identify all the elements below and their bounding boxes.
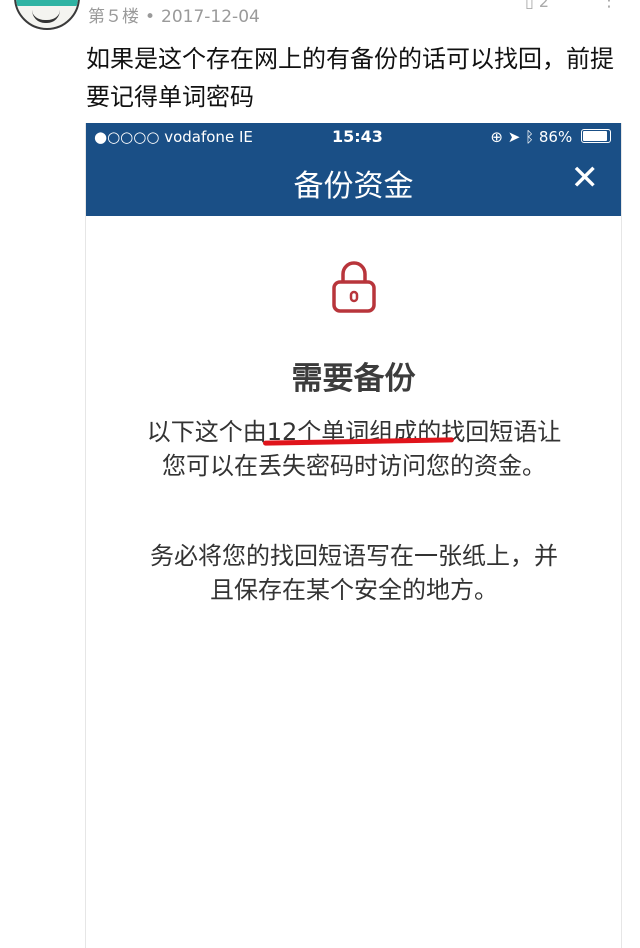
battery-icon xyxy=(581,129,611,143)
avatar-mouth xyxy=(32,10,60,23)
like-count: 2 xyxy=(538,0,550,11)
backup-instruction: 务必将您的找回短语写在一张纸上，并且保存在某个安全的地方。 xyxy=(150,542,558,604)
app-header: ●○○○○ vodafone IE 15:43 ⊕ ➤ ᛒ 86% 备份资金 ✕ xyxy=(86,123,621,216)
like-button[interactable]: ▯ 2 xyxy=(525,0,549,11)
lock-icon xyxy=(332,261,376,313)
location-icon: ➤ xyxy=(507,128,521,146)
embedded-screenshot[interactable]: ●○○○○ vodafone IE 15:43 ⊕ ➤ ᛒ 86% 备份资金 ✕… xyxy=(85,123,622,948)
desc-underlined: 12个单词组成的 xyxy=(266,418,442,446)
floor-label: 第５楼 xyxy=(88,7,139,27)
more-options-icon[interactable]: ⋮ xyxy=(600,0,618,11)
backup-heading: 需要备份 xyxy=(291,361,416,397)
close-icon[interactable]: ✕ xyxy=(571,161,600,195)
user-avatar[interactable] xyxy=(14,0,80,30)
desc-prefix: 以下这个由 xyxy=(146,418,267,446)
comment-text: 如果是这个存在网上的有备份的话可以找回，前提要记得单词密码 xyxy=(86,45,614,111)
post-meta: 第５楼 • 2017-12-04 xyxy=(88,2,260,27)
orientation-lock-icon: ⊕ xyxy=(490,128,503,146)
battery-percent: 86% xyxy=(538,128,573,146)
status-time: 15:43 xyxy=(332,127,383,146)
avatar-mask-band xyxy=(16,0,78,6)
post-date: 2017-12-04 xyxy=(161,7,260,27)
status-right: ⊕ ➤ ᛒ 86% xyxy=(490,128,611,146)
backup-description: 以下这个由12个单词组成的找回短语让您可以在丢失密码时访问您的资金。 xyxy=(144,415,564,483)
status-bar: ●○○○○ vodafone IE 15:43 ⊕ ➤ ᛒ 86% xyxy=(86,123,621,151)
like-icon: ▯ xyxy=(525,0,534,11)
meta-separator: • xyxy=(145,7,156,27)
bluetooth-icon: ᛒ xyxy=(525,128,535,146)
nav-title: 备份资金 xyxy=(293,169,414,204)
carrier-signal: ●○○○○ vodafone IE xyxy=(94,128,253,146)
